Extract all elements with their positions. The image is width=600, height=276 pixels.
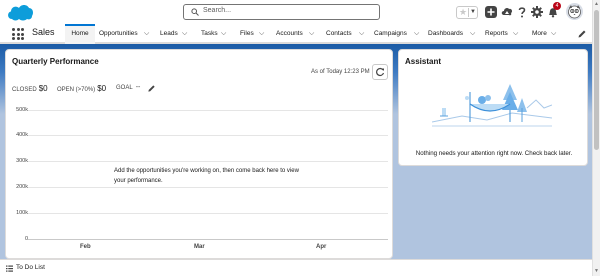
search-input[interactable]: Search... xyxy=(203,7,231,14)
tab-home[interactable]: Home xyxy=(65,24,95,44)
tab-leads[interactable]: Leads ⌵ xyxy=(160,24,196,44)
card-title: Quarterly Performance xyxy=(12,57,99,66)
y-tick: 100k xyxy=(16,210,28,216)
trailhead-icon[interactable] xyxy=(500,5,514,19)
avatar[interactable] xyxy=(566,3,583,20)
utility-bar: To Do List xyxy=(0,259,592,276)
to-do-list-utility[interactable]: To Do List xyxy=(16,264,45,271)
page-scrollbar[interactable]: ▲ ▼ xyxy=(592,0,600,276)
tab-tasks[interactable]: Tasks ⌵ xyxy=(201,24,233,44)
edit-goal-pencil-icon[interactable] xyxy=(147,84,156,93)
app-navigation-bar: Sales Home Opportunities ⌵ Leads ⌵ Tasks ⌵ … xyxy=(0,24,592,44)
edit-nav-pencil-icon[interactable] xyxy=(577,29,587,39)
global-search[interactable]: Search... xyxy=(183,4,380,20)
list-icon xyxy=(6,265,13,272)
chevron-down-icon[interactable]: ⌵ xyxy=(470,24,475,44)
add-icon[interactable] xyxy=(484,5,498,19)
notification-badge: 4 xyxy=(553,2,561,10)
as-of-timestamp: As of Today 12:23 PM xyxy=(311,69,370,75)
star-icon: ★ xyxy=(459,7,468,17)
refresh-button[interactable] xyxy=(372,64,388,80)
chevron-down-icon[interactable]: ⌵ xyxy=(513,24,518,44)
chevron-down-icon[interactable]: ⌵ xyxy=(359,24,364,44)
chevron-down-icon[interactable]: ⌵ xyxy=(551,24,556,44)
assistant-empty-message: Nothing needs your attention right now. … xyxy=(415,150,573,157)
x-axis-line xyxy=(28,239,388,240)
scroll-up-icon[interactable]: ▲ xyxy=(594,1,599,7)
tab-files[interactable]: Files ⌵ xyxy=(240,24,270,44)
gridline xyxy=(28,110,388,111)
chevron-down-icon[interactable]: ⌵ xyxy=(414,24,419,44)
tab-opportunities[interactable]: Opportunities ⌵ xyxy=(99,24,153,44)
closed-metric: CLOSED $0 xyxy=(12,84,48,93)
chevron-down-icon[interactable]: ⌵ xyxy=(259,24,264,44)
refresh-icon xyxy=(376,67,385,77)
search-icon xyxy=(191,8,199,16)
app-name: Sales xyxy=(32,27,55,37)
chevron-down-icon[interactable]: ⌵ xyxy=(144,24,149,44)
gridline xyxy=(28,213,388,214)
help-icon[interactable] xyxy=(515,5,529,19)
quarterly-performance-card: Quarterly Performance As of Today 12:23 … xyxy=(5,49,393,259)
gridline xyxy=(28,135,388,136)
scrollbar-thumb[interactable] xyxy=(594,10,599,150)
favorites-button[interactable]: ★ ▼ xyxy=(456,6,478,19)
open-metric: OPEN (>70%) $0 xyxy=(57,84,107,93)
y-tick: 300k xyxy=(16,158,28,164)
setup-gear-icon[interactable] xyxy=(530,5,544,19)
hammock-illustration xyxy=(432,84,552,127)
app-launcher-icon[interactable] xyxy=(12,28,24,40)
gridline xyxy=(28,161,388,162)
tab-more[interactable]: More ⌵ xyxy=(532,24,562,44)
global-header: Search... ★ ▼ 4 xyxy=(0,0,592,24)
card-title: Assistant xyxy=(405,57,442,66)
x-tick: Feb xyxy=(80,244,91,250)
chevron-down-icon[interactable]: ⌵ xyxy=(182,24,187,44)
y-tick: 0 xyxy=(24,236,28,242)
assistant-card: Assistant Nothing needs your attention r… xyxy=(398,49,588,166)
scroll-down-icon[interactable]: ▼ xyxy=(594,268,599,274)
chevron-down-icon[interactable]: ⌵ xyxy=(221,24,226,44)
chevron-down-icon[interactable]: ▼ xyxy=(470,7,476,18)
salesforce-logo[interactable] xyxy=(6,3,34,22)
tab-campaigns[interactable]: Campaigns ⌵ xyxy=(374,24,424,44)
gridline xyxy=(28,187,388,188)
empty-chart-message: Add the opportunities you're working on,… xyxy=(106,166,316,186)
chevron-down-icon[interactable]: ⌵ xyxy=(309,24,314,44)
y-tick: 500k xyxy=(16,107,28,113)
y-tick: 400k xyxy=(16,132,28,138)
tab-contacts[interactable]: Contacts ⌵ xyxy=(326,24,370,44)
goal-metric: GOAL -- xyxy=(116,84,141,91)
tab-dashboards[interactable]: Dashboards ⌵ xyxy=(428,24,480,44)
y-tick: 200k xyxy=(16,184,28,190)
tab-accounts[interactable]: Accounts ⌵ xyxy=(276,24,320,44)
x-tick: Apr xyxy=(316,244,327,250)
x-tick: Mar xyxy=(194,244,205,250)
tab-reports[interactable]: Reports ⌵ xyxy=(485,24,525,44)
